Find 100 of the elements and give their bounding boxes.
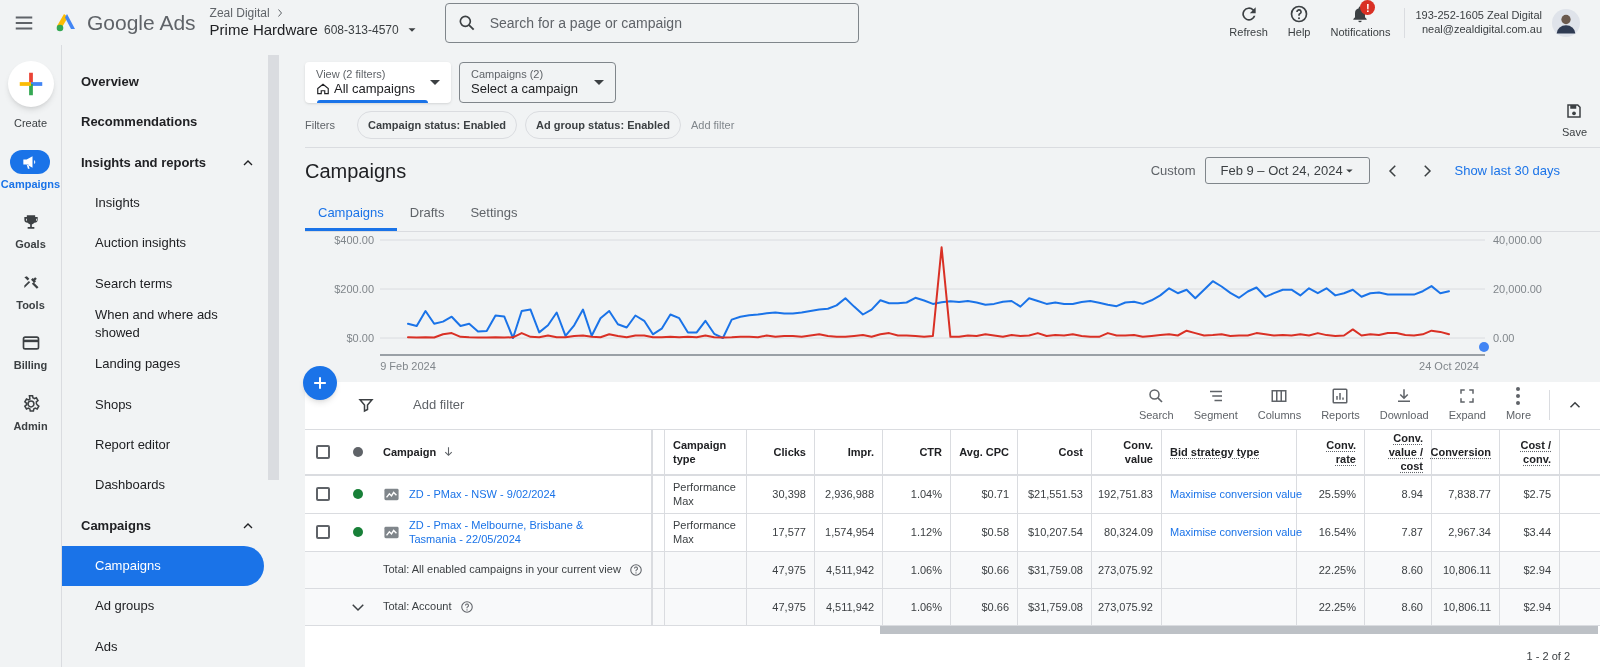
campaign-link[interactable]: ZD - PMax - NSW - 9/02/2024 [409, 487, 599, 501]
column-header[interactable]: Conversion [1430, 444, 1491, 459]
table-cell: $2.94 [1523, 562, 1551, 577]
toolbar-button[interactable]: Search [1128, 386, 1184, 424]
add-filter-button[interactable]: Add filter [413, 395, 465, 415]
help-icon[interactable] [459, 599, 474, 614]
nav-item[interactable]: Landing pages [62, 344, 270, 385]
campaign-link[interactable]: ZD - Pmax - Melbourne, Brisbane & Tasmania - 22/05/2024 [409, 518, 599, 546]
nav-item[interactable]: Auction insights [62, 223, 270, 264]
table-cell: $2.94 [1523, 599, 1551, 614]
tab[interactable]: Campaigns [305, 197, 397, 231]
column-header[interactable]: CTR [919, 444, 942, 459]
home-icon [316, 82, 330, 97]
add-filter-button[interactable]: Add filter [690, 116, 735, 134]
help-button[interactable]: Help [1277, 4, 1321, 41]
table-cell: 7.87 [1401, 525, 1423, 539]
toolbar-button[interactable]: Download [1369, 386, 1439, 424]
save-button[interactable]: Save [1561, 102, 1587, 141]
toolbar-button[interactable]: More [1495, 386, 1541, 424]
checkbox[interactable] [315, 444, 330, 459]
table-cell: 22.25% [1318, 599, 1356, 614]
search-field[interactable]: Search for a page or campaign [444, 2, 859, 43]
view-dropdown[interactable]: View (2 filters) All campaigns [305, 62, 451, 103]
nav-item[interactable]: Ad groups [62, 586, 270, 627]
dropdown-icon [594, 80, 604, 85]
table-cell: $0.66 [981, 562, 1009, 577]
show-last-30-days-link[interactable]: Show last 30 days [1454, 160, 1560, 181]
column-header[interactable]: Campaign type [673, 437, 738, 466]
horizontal-scrollbar[interactable] [880, 625, 1598, 634]
date-range-dropdown[interactable]: Feb 9 – Oct 24, 2024 [1205, 157, 1371, 184]
tab[interactable]: Drafts [396, 197, 458, 231]
column-header[interactable]: Campaign [383, 444, 456, 459]
nav-item[interactable]: Recommendations [62, 102, 270, 143]
column-header[interactable]: Cost / conv. [1508, 437, 1551, 466]
table-link[interactable]: Maximise conversion value [1170, 487, 1303, 501]
axis-label: $0.00 [346, 331, 374, 344]
axis-label: 20,000.00 [1493, 282, 1542, 295]
expand-icon [1458, 386, 1477, 405]
refresh-button[interactable]: Refresh [1219, 4, 1278, 41]
toolbar-button[interactable]: Expand [1438, 386, 1496, 424]
table-cell: 1.06% [910, 599, 942, 614]
add-button[interactable] [303, 365, 337, 400]
bar-chart-icon [1331, 386, 1350, 405]
nav-item[interactable]: Overview [62, 62, 270, 103]
table-cell-text: Performance Max [673, 518, 737, 546]
table-cell: $31,759.08 [1027, 562, 1083, 577]
date-label: Custom [1150, 161, 1196, 180]
checkbox[interactable] [315, 487, 330, 501]
table-cell: 1.04% [910, 487, 942, 501]
column-header[interactable]: Clicks [773, 444, 806, 459]
axis-label: 0.00 [1493, 331, 1515, 344]
pagination-text: 1 - 2 of 2 [1526, 648, 1570, 664]
range-track[interactable] [379, 353, 1486, 356]
rail-item[interactable]: Goals [10, 210, 51, 253]
toolbar-button[interactable]: Reports [1311, 386, 1370, 424]
toolbar-button[interactable]: Columns [1247, 386, 1312, 424]
rail-item[interactable]: Admin [10, 391, 51, 434]
account-switcher[interactable]: Prime Hardware 608-313-4570 [209, 20, 419, 40]
column-header[interactable]: Avg. CPC [959, 444, 1009, 459]
nav-item[interactable]: Search terms [62, 263, 270, 304]
notification-badge: ! [1360, 0, 1376, 16]
nav-section[interactable]: Insights and reports [62, 142, 270, 183]
table-cell-text: Performance Max [673, 480, 737, 508]
save-icon [1565, 102, 1584, 120]
table-link[interactable]: Maximise conversion value [1170, 525, 1303, 539]
page-title: Campaigns [305, 158, 407, 184]
account-id: 608-313-4570 [323, 22, 399, 38]
column-header[interactable]: Cost [1058, 444, 1083, 459]
nav-item[interactable]: Dashboards [62, 465, 270, 506]
nav-item[interactable]: Report editor [62, 424, 270, 466]
range-handle[interactable] [1479, 341, 1489, 352]
tab[interactable]: Settings [457, 197, 531, 231]
table-cell: 80,324.09 [1104, 525, 1153, 539]
toolbar-button[interactable]: Segment [1183, 386, 1248, 424]
nav-item[interactable]: Insights [62, 183, 270, 224]
rail-item[interactable]: Tools [10, 270, 51, 313]
rail-item[interactable]: Billing [10, 331, 51, 374]
card-icon [20, 333, 41, 353]
checkbox[interactable] [315, 525, 330, 539]
user-email: neal@zealdigital.com.au [1422, 22, 1542, 37]
table-cell: $31,759.08 [1027, 599, 1083, 614]
axis-label: $400.00 [334, 233, 374, 246]
column-header[interactable]: Impr. [847, 444, 874, 459]
column-header[interactable]: Conv. value / cost [1371, 430, 1423, 473]
filter-icon[interactable] [357, 396, 375, 414]
help-icon[interactable] [628, 562, 643, 577]
avatar-icon[interactable] [1552, 8, 1580, 37]
axis-label: 9 Feb 2024 [380, 359, 436, 372]
nav-item[interactable]: Campaigns [62, 545, 264, 587]
nav-section[interactable]: Campaigns [62, 505, 270, 546]
column-header[interactable]: Conv. rate [1305, 437, 1356, 466]
view-dropdown[interactable]: Campaigns (2) Select a campaign [459, 62, 616, 103]
nav-item[interactable]: Ads [62, 626, 270, 667]
nav-item[interactable]: Shops [62, 384, 270, 425]
rail-item[interactable]: Campaigns [0, 149, 61, 192]
column-header[interactable]: Conv. value [1100, 437, 1153, 466]
nav-item[interactable]: When and where ads showed [62, 303, 270, 345]
column-header[interactable]: Bid strategy type [1170, 444, 1260, 459]
table-cell: 47,975 [772, 599, 806, 614]
manager-account-link[interactable]: Zeal Digital [209, 5, 270, 21]
